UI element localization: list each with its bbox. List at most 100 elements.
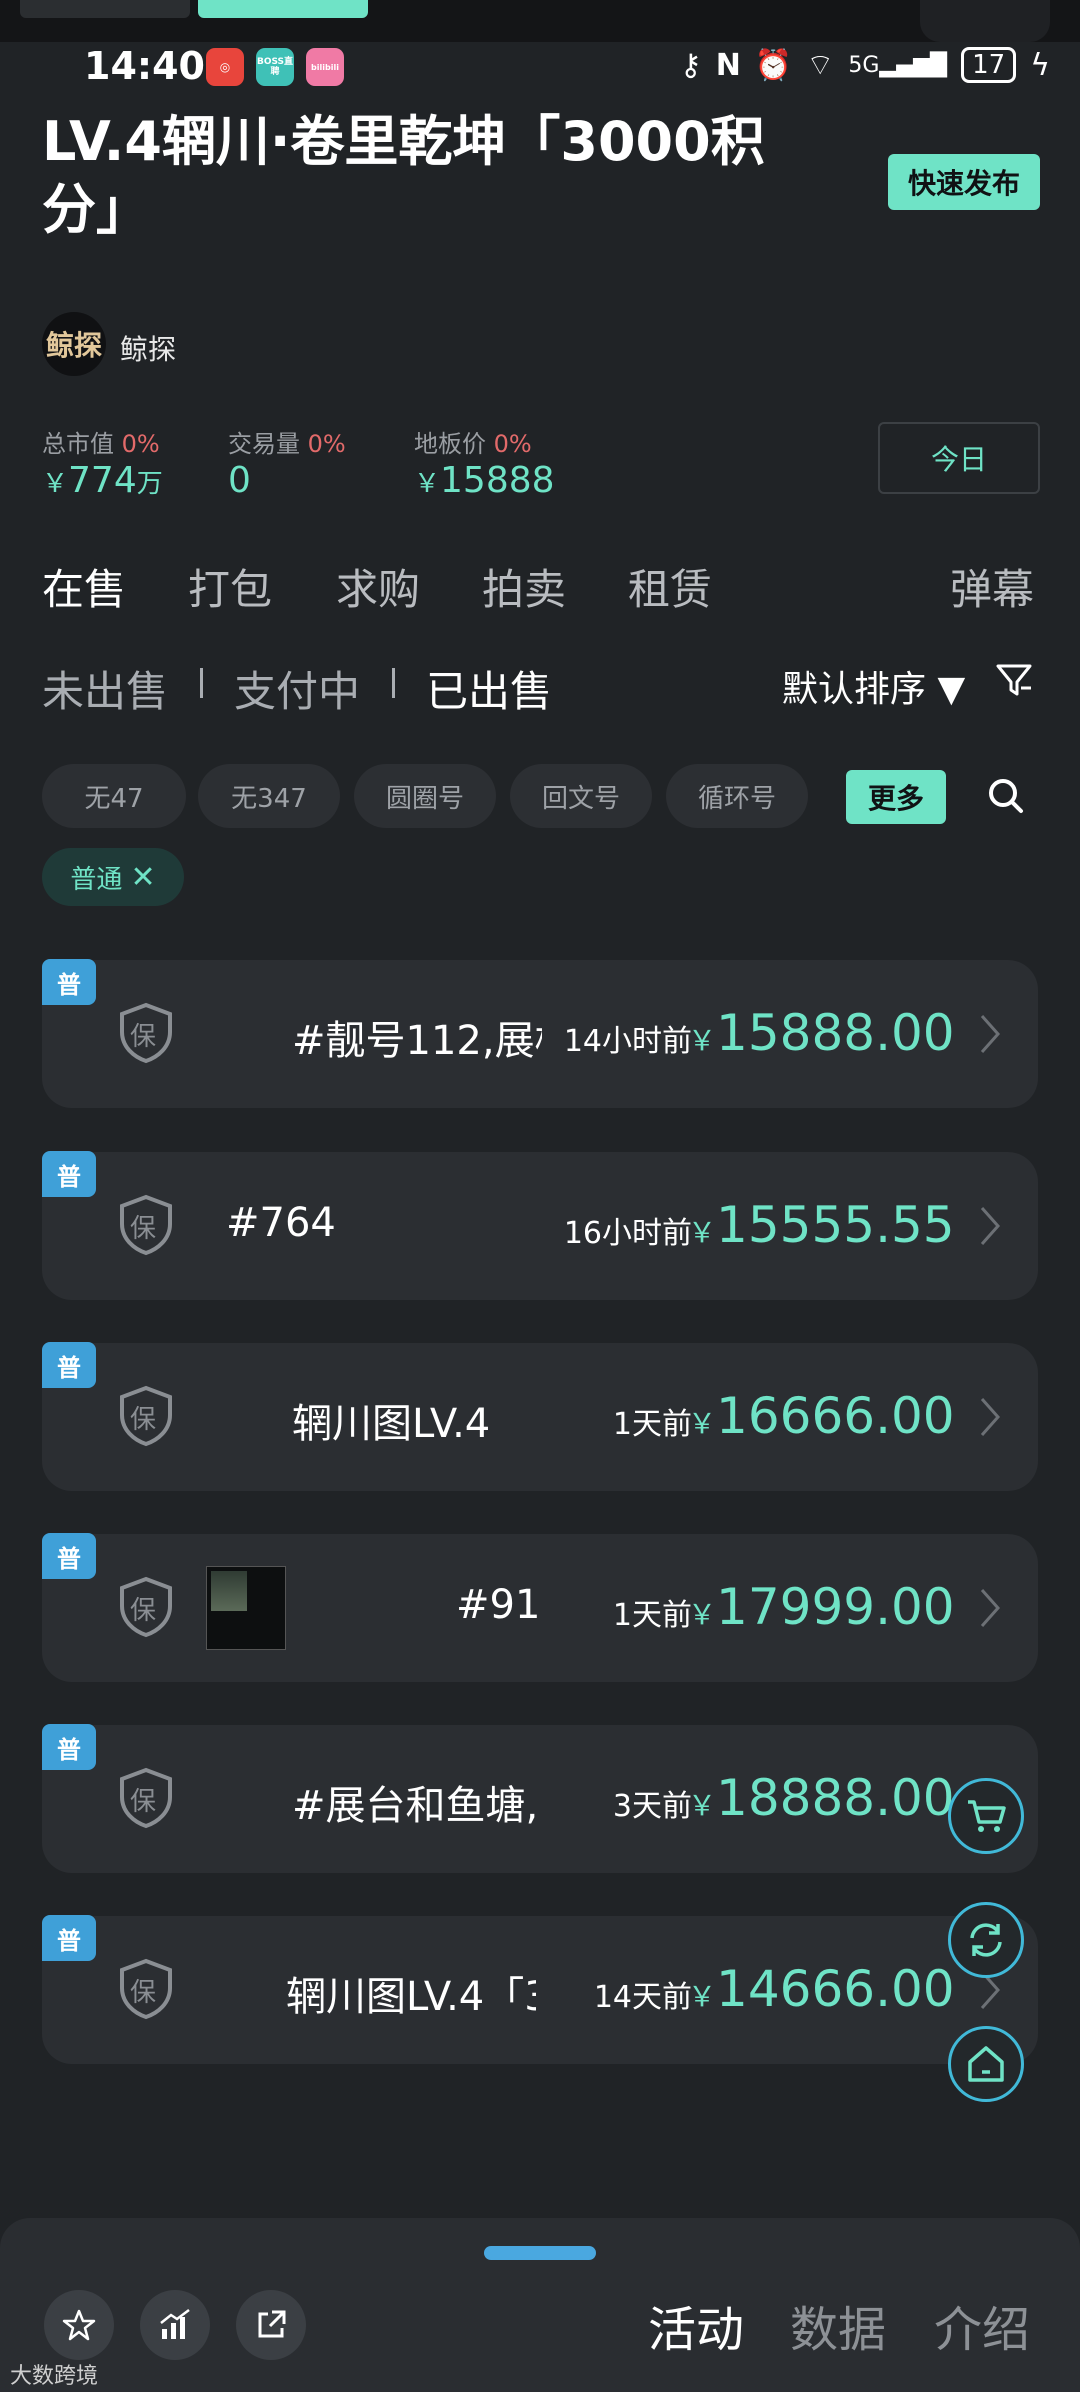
listing-time: 14天前 [593,1980,692,2015]
cart-button[interactable] [948,1778,1024,1854]
listing-badge: 普 [42,1915,96,1961]
status-icons: ⚷ N ⏰ ⌔ 5G▂▄▆█ 17 ϟ [680,46,1050,84]
listing-price: ￥16666.00 [688,1387,955,1445]
stat-market-cap-value: ￥774万 [42,460,163,501]
listing-time: 3天前 [612,1789,692,1824]
signal-icon: 5G▂▄▆█ [848,52,948,78]
chip-palindrome[interactable]: 回文号 [510,764,652,828]
stat-floor-label: 地板价 0% [414,430,532,458]
listing-price: ￥15555.55 [688,1196,955,1254]
stat-volume-label: 交易量 0% [228,430,346,458]
avatar[interactable]: 鲸探 [42,312,106,376]
share-icon [258,2310,286,2338]
close-icon[interactable]: ✕ [130,860,155,895]
charging-icon: ϟ [1030,47,1050,83]
star-icon [62,2309,96,2341]
listing-badge: 普 [42,1342,96,1388]
tab-wanted[interactable]: 求购 [336,556,420,617]
tab-on-sale[interactable]: 在售 [42,556,126,617]
listing-badge: 普 [42,1151,96,1197]
stat-floor-pct: 0% [493,430,532,458]
trend-button[interactable] [140,2290,210,2360]
chevron-right-icon [980,1398,1001,1436]
chevron-right-icon [980,1207,1001,1245]
stat-floor-value: ￥15888 [414,460,555,501]
watermark: 大数跨境 [10,2364,99,2389]
strip-pill [920,0,1050,42]
alarm-icon: ⏰ [754,47,793,83]
shield-label: 保 [130,1022,157,1052]
listing-name: #展台和鱼塘, [292,1783,539,1829]
notification-strip [0,0,1080,42]
listing-name: 辋川图LV.4 [292,1401,491,1447]
chip-cyclic-number[interactable]: 循环号 [666,764,808,828]
refresh-button[interactable] [948,1902,1024,1978]
author-name[interactable]: 鲸探 [120,328,176,368]
tab-bundle[interactable]: 打包 [188,556,272,617]
share-button[interactable] [236,2290,306,2360]
favorite-button[interactable] [44,2290,114,2360]
listing-time: 1天前 [612,1598,692,1633]
listing-time: 16小时前 [563,1216,692,1251]
chip-no347[interactable]: 无347 [198,764,340,828]
tab-lease[interactable]: 租赁 [628,556,712,617]
chart-icon [160,2309,190,2339]
danmu-toggle[interactable]: 弹幕 [950,556,1034,617]
listing-thumbnail [206,1566,286,1650]
subtab-sold[interactable]: 已出售 [426,658,552,719]
key-icon: ⚷ [679,47,702,83]
bottom-tab-data[interactable]: 数据 [790,2290,886,2360]
refresh-icon [970,1923,1002,1957]
filter-icon[interactable] [994,660,1034,700]
shield-label: 保 [130,1978,157,2008]
tab-auction[interactable]: 拍卖 [482,556,566,617]
listing-name: #靓号112,展柜 [292,1018,542,1064]
bottom-tab-activity[interactable]: 活动 [648,2290,744,2360]
chip-circle-number[interactable]: 圆圈号 [354,764,496,828]
bilibili-app-icon: bilibili [306,48,344,86]
nfc-icon: N [715,47,741,83]
netease-music-icon: ◎ [206,48,244,86]
page-title: LV.4辋川·卷里乾坤「3000积分」 [42,110,765,241]
stat-volume-value: 0 [228,460,251,501]
drag-handle[interactable] [484,2246,596,2260]
shield-label: 保 [130,1787,157,1817]
subtab-divider [392,668,395,698]
search-icon[interactable] [986,776,1026,816]
stat-volume-pct: 0% [307,430,346,458]
listing-badge: 普 [42,1724,96,1770]
home-icon [968,2046,1004,2082]
chip-no47[interactable]: 无47 [42,764,186,828]
strip-tab-right [198,0,368,18]
home-button[interactable] [948,2026,1024,2102]
boss-app-icon: BOSS直聘 [256,48,294,86]
cart-icon [968,1800,1006,1832]
listing-price: ￥15888.00 [688,1004,955,1062]
listing-price: ￥17999.00 [688,1578,955,1636]
listing-badge: 普 [42,959,96,1005]
active-filter-tag[interactable]: 普通 ✕ [42,848,184,906]
listing-price: ￥14666.00 [688,1960,955,2018]
listing-time: 14小时前 [563,1024,692,1059]
quick-publish-button[interactable]: 快速发布 [888,154,1040,210]
shield-label: 保 [130,1596,157,1626]
today-button[interactable]: 今日 [878,422,1040,494]
shield-label: 保 [130,1405,157,1435]
wifi-icon: ⌔ [806,48,835,83]
status-time: 14:40 [84,44,205,88]
listing-name: 辋川图LV.4「3 [286,1974,536,2020]
network-type: 5G [848,52,880,78]
subtab-divider [200,668,203,698]
subtab-unsold[interactable]: 未出售 [42,658,168,719]
listing-badge: 普 [42,1533,96,1579]
chevron-right-icon [980,1015,1001,1053]
listing-price: ￥18888.00 [688,1769,955,1827]
more-filters-button[interactable]: 更多 [846,770,946,824]
sort-dropdown[interactable]: 默认排序 ▼ [782,660,965,712]
bottom-tab-intro[interactable]: 介绍 [934,2290,1030,2360]
battery-icon: 17 [961,47,1017,83]
chevron-right-icon [980,1589,1001,1627]
stat-market-cap-label: 总市值 0% [42,430,160,458]
strip-tab-left [20,0,190,18]
subtab-paying[interactable]: 支付中 [234,658,360,719]
